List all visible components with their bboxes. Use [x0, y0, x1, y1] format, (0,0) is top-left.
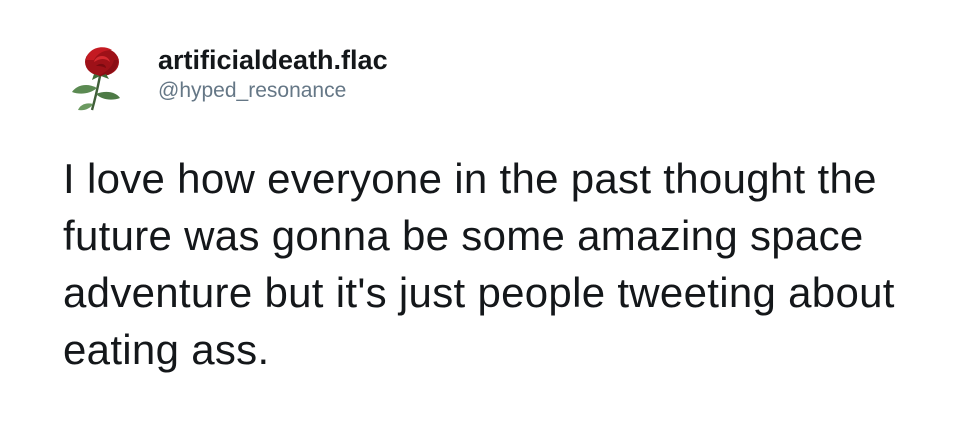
tweet-header: artificialdeath.flac @hyped_resonance: [62, 38, 388, 118]
avatar[interactable]: [62, 38, 142, 118]
tweet-text: I love how everyone in the past thought …: [63, 155, 895, 373]
red-rose-icon: [72, 47, 120, 111]
author-handle[interactable]: @hyped_resonance: [158, 77, 388, 105]
author-names: artificialdeath.flac @hyped_resonance: [158, 43, 388, 105]
tweet-card: artificialdeath.flac @hyped_resonance I …: [0, 0, 980, 423]
author-display-name[interactable]: artificialdeath.flac: [158, 43, 388, 77]
